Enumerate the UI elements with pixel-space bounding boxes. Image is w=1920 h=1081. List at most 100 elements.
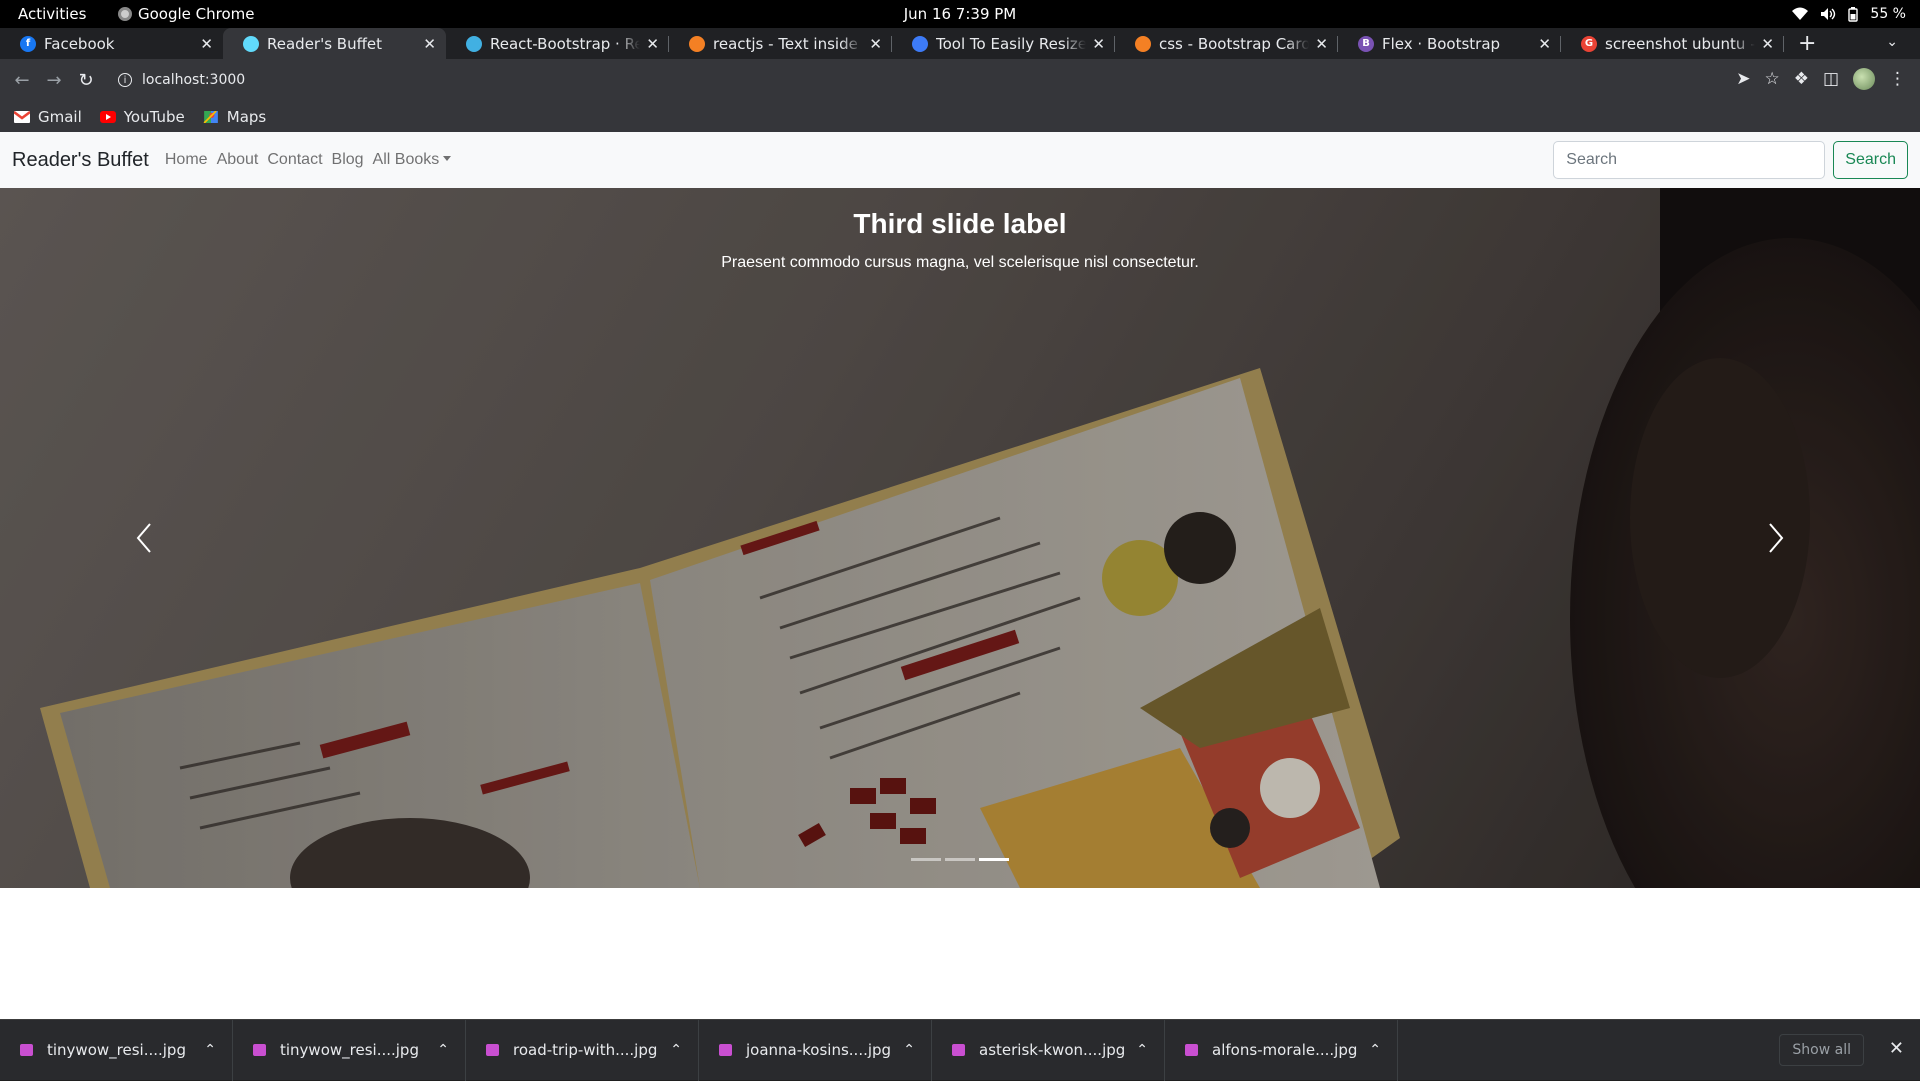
tab-favicon-icon: [912, 35, 928, 52]
tab-close-icon[interactable]: ✕: [1761, 35, 1774, 53]
download-item[interactable]: tinywow_resi....jpg ⌃: [0, 1019, 233, 1081]
clock[interactable]: Jun 16 7:39 PM: [904, 5, 1017, 23]
tab-close-icon[interactable]: ✕: [1538, 35, 1551, 53]
bookmark-star-icon[interactable]: ☆: [1764, 69, 1779, 89]
profile-avatar[interactable]: [1853, 68, 1875, 90]
tab-close-icon[interactable]: ✕: [869, 35, 882, 53]
tab-close-icon[interactable]: ✕: [1092, 35, 1105, 53]
all-books-dropdown[interactable]: All Books: [373, 151, 452, 169]
tab-favicon-icon: G: [1581, 35, 1597, 52]
app-menu[interactable]: Google Chrome: [118, 5, 255, 23]
system-tray[interactable]: 55 %: [1792, 6, 1906, 22]
image-file-icon: [952, 1044, 965, 1056]
tab-title: Reader's Buffet: [267, 34, 383, 53]
download-filename: tinywow_resi....jpg: [47, 1041, 186, 1059]
bookmark-gmail[interactable]: Gmail: [14, 108, 82, 126]
slide-text: Praesent commodo cursus magna, vel scele…: [721, 254, 1199, 271]
carousel-indicator[interactable]: [979, 858, 1009, 861]
page-viewport: Reader's Buffet Home About Contact Blog …: [0, 132, 1920, 1019]
volume-icon: [1821, 8, 1836, 20]
tab-separator: [1783, 36, 1784, 52]
reload-icon[interactable]: ↻: [70, 70, 102, 91]
wifi-icon: [1792, 7, 1809, 20]
carousel-indicator[interactable]: [911, 858, 941, 861]
chevron-up-icon[interactable]: ⌃: [437, 1042, 449, 1058]
forward-arrow-icon[interactable]: →: [38, 70, 70, 91]
browser-tab[interactable]: B Flex · Bootstrap ✕: [1338, 28, 1561, 59]
download-filename: road-trip-with....jpg: [513, 1041, 658, 1059]
tab-close-icon[interactable]: ✕: [1315, 35, 1328, 53]
address-bar[interactable]: i localhost:3000: [110, 63, 1790, 97]
tab-title: Facebook: [44, 34, 115, 53]
tab-title: reactjs - Text inside rea: [713, 34, 863, 53]
carousel-indicator[interactable]: [945, 858, 975, 861]
tab-favicon-icon: [1135, 35, 1151, 52]
url-text[interactable]: localhost:3000: [142, 72, 245, 88]
extensions-icon[interactable]: ❖: [1794, 69, 1809, 89]
browser-toolbar: ← → ↻ i localhost:3000 ➤ ☆ ❖ ◫ ⋮: [0, 59, 1920, 101]
carousel-next-button[interactable]: [1756, 518, 1796, 558]
chevron-up-icon[interactable]: ⌃: [1369, 1042, 1381, 1058]
browser-tab[interactable]: React-Bootstrap · React ✕: [446, 28, 669, 59]
side-panel-icon[interactable]: ◫: [1823, 69, 1839, 89]
send-icon[interactable]: ➤: [1736, 69, 1750, 89]
search-form: Search: [1553, 141, 1908, 179]
tab-favicon-icon: f: [20, 35, 36, 52]
browser-tab[interactable]: f Facebook ✕: [0, 28, 223, 59]
maps-icon: [203, 110, 218, 123]
close-icon[interactable]: ✕: [1889, 1038, 1904, 1059]
nav-links: Home About Contact Blog All Books: [165, 151, 451, 169]
nav-contact[interactable]: Contact: [267, 151, 322, 169]
download-item[interactable]: alfons-morale....jpg ⌃: [1165, 1019, 1398, 1081]
activities-button[interactable]: Activities: [18, 5, 86, 23]
show-all-button[interactable]: Show all: [1779, 1034, 1864, 1066]
download-shelf: tinywow_resi....jpg ⌃ tinywow_resi....jpg ⌃…: [0, 1019, 1920, 1081]
tab-close-icon[interactable]: ✕: [200, 35, 213, 53]
browser-tab[interactable]: Gscreenshot ubuntu - Go ✕: [1561, 28, 1784, 59]
bookmark-label: Gmail: [38, 107, 82, 126]
battery-percent: 55 %: [1870, 6, 1906, 22]
chevron-down-icon[interactable]: ⌄: [1886, 34, 1898, 50]
nav-home[interactable]: Home: [165, 151, 208, 169]
bookmark-youtube[interactable]: YouTube: [99, 108, 185, 126]
download-item[interactable]: joanna-kosins....jpg ⌃: [699, 1019, 932, 1081]
download-item[interactable]: road-trip-with....jpg ⌃: [466, 1019, 699, 1081]
site-info-icon[interactable]: i: [118, 73, 132, 87]
nav-blog[interactable]: Blog: [332, 151, 364, 169]
chevron-up-icon[interactable]: ⌃: [670, 1042, 682, 1058]
chevron-up-icon[interactable]: ⌃: [903, 1042, 915, 1058]
nav-about[interactable]: About: [217, 151, 259, 169]
tab-favicon-icon: [466, 35, 482, 52]
image-file-icon: [1185, 1044, 1198, 1056]
tab-close-icon[interactable]: ✕: [646, 35, 659, 53]
tab-title: css - Bootstrap Carousel: [1159, 34, 1310, 53]
carousel-prev-button[interactable]: [124, 518, 164, 558]
chevron-up-icon[interactable]: ⌃: [204, 1042, 216, 1058]
image-file-icon: [20, 1044, 33, 1056]
download-item[interactable]: asterisk-kwon....jpg ⌃: [932, 1019, 1165, 1081]
search-button[interactable]: Search: [1833, 141, 1908, 179]
carousel-caption: Third slide label Praesent commodo cursu…: [0, 208, 1920, 272]
bookmarks-bar: Gmail YouTube Maps: [0, 101, 1920, 132]
download-filename: joanna-kosins....jpg: [746, 1041, 892, 1059]
browser-tab[interactable]: reactjs - Text inside rea ✕: [669, 28, 892, 59]
site-brand[interactable]: Reader's Buffet: [12, 149, 149, 172]
bookmark-maps[interactable]: Maps: [203, 108, 266, 126]
download-filename: tinywow_resi....jpg: [280, 1041, 419, 1059]
tab-favicon-icon: [243, 35, 259, 52]
browser-tab[interactable]: css - Bootstrap Carousel ✕: [1115, 28, 1338, 59]
back-arrow-icon[interactable]: ←: [6, 70, 38, 91]
browser-tab[interactable]: Reader's Buffet ✕: [223, 28, 446, 59]
chevron-up-icon[interactable]: ⌃: [1136, 1042, 1148, 1058]
download-item[interactable]: tinywow_resi....jpg ⌃: [233, 1019, 466, 1081]
new-tab-button[interactable]: +: [1798, 28, 1816, 59]
search-input[interactable]: [1553, 141, 1826, 179]
kebab-menu-icon[interactable]: ⋮: [1889, 69, 1906, 89]
tab-close-icon[interactable]: ✕: [423, 35, 436, 53]
system-top-bar: Activities Google Chrome Jun 16 7:39 PM …: [0, 0, 1920, 28]
chrome-icon: [118, 7, 132, 21]
chevron-right-icon: [1769, 523, 1784, 553]
browser-tab[interactable]: Tool To Easily Resize an ✕: [892, 28, 1115, 59]
image-file-icon: [719, 1044, 732, 1056]
chevron-left-icon: [136, 523, 151, 553]
